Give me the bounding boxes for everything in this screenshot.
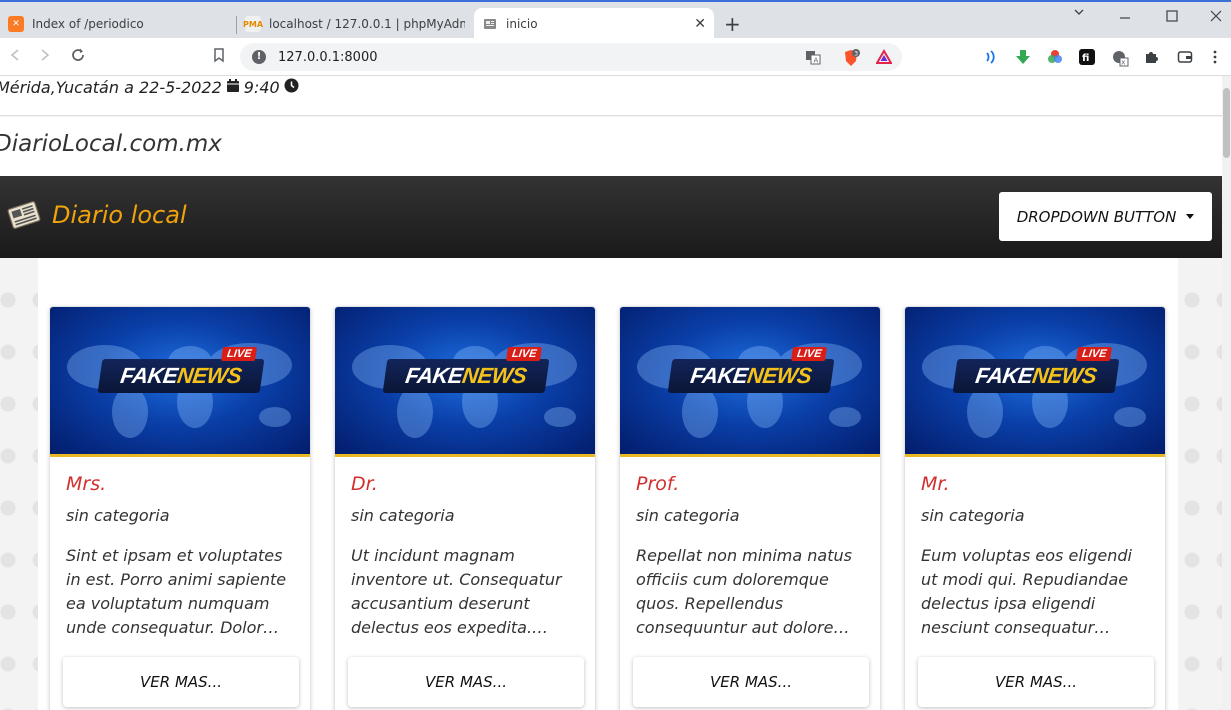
- maximize-button[interactable]: [1166, 10, 1178, 26]
- tab-search-icon[interactable]: [1073, 6, 1085, 22]
- svg-text:3: 3: [854, 50, 858, 57]
- site-name: DiarioLocal.com.mx: [0, 131, 222, 157]
- card-title: Mrs.: [66, 473, 107, 495]
- live-badge: LIVE: [221, 347, 258, 361]
- fake-news-image: FAKE NEWS LIVE: [620, 307, 880, 457]
- fake-news-banner: FAKE NEWS: [952, 359, 1120, 393]
- card-title: Mr.: [921, 473, 950, 495]
- newspaper-icon: [482, 16, 498, 32]
- brand-link[interactable]: Diario local: [6, 197, 187, 233]
- fake-news-image: FAKE NEWS LIVE: [335, 307, 595, 457]
- card-category: sin categoria: [636, 506, 740, 525]
- brave-shields-icon[interactable]: 3: [842, 49, 860, 66]
- card-category: sin categoria: [66, 506, 170, 525]
- new-tab-button[interactable]: +: [724, 12, 741, 36]
- card-description: Eum voluptas eos eligendi ut modi qui. R…: [921, 546, 1132, 637]
- site-info-icon[interactable]: !: [252, 50, 266, 64]
- fake-news-banner: FAKE NEWS: [667, 359, 835, 393]
- bookmark-icon[interactable]: [212, 47, 226, 67]
- card-description: Repellat non minima natus officiis cum d…: [636, 546, 852, 637]
- ver-mas-button[interactable]: VER MAS...: [348, 657, 584, 707]
- wallet-icon[interactable]: [1177, 49, 1193, 65]
- dropdown-button[interactable]: DROPDOWN BUTTON: [999, 192, 1212, 241]
- site-name-bar: DiarioLocal.com.mx: [0, 117, 1222, 176]
- page-scrollbar[interactable]: [1222, 76, 1231, 710]
- close-window-button[interactable]: [1210, 10, 1222, 26]
- close-tab-icon[interactable]: ✕: [694, 16, 706, 32]
- main-navbar: Diario local DROPDOWN BUTTON: [0, 176, 1222, 258]
- calendar-icon: [226, 78, 240, 97]
- live-badge: LIVE: [1076, 347, 1113, 361]
- dateline-bar: Mérida,Yucatán a 22-5-2022 9:40: [0, 76, 1222, 116]
- address-bar[interactable]: ! 127.0.0.1:8000 A 3: [240, 43, 902, 71]
- phpmyadmin-icon: PMA: [243, 16, 263, 32]
- fake-news-banner: FAKE NEWS: [97, 359, 265, 393]
- minimize-button[interactable]: [1119, 12, 1131, 28]
- fake-news-image: FAKE NEWS LIVE: [50, 307, 310, 457]
- card-title: Prof.: [636, 473, 680, 495]
- globe-extension-icon[interactable]: x: [1111, 49, 1129, 67]
- wifi-extension-icon[interactable]: [983, 49, 999, 65]
- xampp-icon: ✕: [8, 16, 24, 32]
- svg-text:A: A: [814, 57, 819, 65]
- translate-icon[interactable]: A: [805, 49, 821, 65]
- live-badge: LIVE: [506, 347, 543, 361]
- caret-down-icon: [1186, 214, 1195, 219]
- scrollbar-thumb[interactable]: [1223, 88, 1230, 158]
- news-card: FAKE NEWS LIVE Dr. sin categoria Ut incid…: [334, 306, 596, 710]
- live-badge: LIVE: [791, 347, 828, 361]
- tab-inicio[interactable]: inicio ✕: [474, 8, 714, 40]
- card-title: Dr.: [351, 473, 378, 495]
- reload-icon[interactable]: [70, 47, 86, 67]
- news-container: FAKE NEWS LIVE Mrs. sin categoria Sint et…: [38, 258, 1178, 710]
- news-card: FAKE NEWS LIVE Mrs. sin categoria Sint et…: [49, 306, 311, 710]
- fake-news-image: FAKE NEWS LIVE: [905, 307, 1165, 457]
- ver-mas-button[interactable]: VER MAS...: [633, 657, 869, 707]
- card-category: sin categoria: [921, 506, 1025, 525]
- download-extension-icon[interactable]: [1015, 49, 1031, 65]
- newspaper-icon: [6, 197, 42, 233]
- color-picker-extension-icon[interactable]: [1047, 49, 1063, 65]
- card-description: Sint et ipsam et voluptates in est. Porr…: [66, 546, 287, 637]
- ver-mas-button[interactable]: VER MAS...: [63, 657, 299, 707]
- back-icon[interactable]: [8, 47, 22, 66]
- tab-index-of-periodico[interactable]: ✕ Index of /periodico: [0, 8, 236, 40]
- news-card: FAKE NEWS LIVE Mr. sin categoria Eum volu…: [904, 306, 1166, 710]
- fi-extension-icon[interactable]: fi: [1079, 49, 1095, 65]
- svg-text:x: x: [1121, 59, 1125, 67]
- clock-icon: [284, 78, 299, 97]
- tab-phpmyadmin[interactable]: PMA localhost / 127.0.0.1 | phpMyAdmin 5…: [237, 8, 473, 40]
- browser-toolbar: ! 127.0.0.1:8000 A 3 fi x: [0, 38, 1231, 76]
- card-category: sin categoria: [351, 506, 455, 525]
- forward-icon[interactable]: [38, 47, 52, 66]
- brave-rewards-icon[interactable]: [875, 49, 893, 65]
- page-viewport: Mérida,Yucatán a 22-5-2022 9:40 DiarioLo…: [0, 76, 1222, 710]
- menu-icon[interactable]: [1212, 49, 1228, 65]
- browser-tab-strip: ✕ Index of /periodico PMA localhost / 12…: [0, 0, 1231, 40]
- ver-mas-button[interactable]: VER MAS...: [918, 657, 1154, 707]
- fake-news-banner: FAKE NEWS: [382, 359, 550, 393]
- svg-text:fi: fi: [1082, 53, 1089, 64]
- news-card: FAKE NEWS LIVE Prof. sin categoria Repell…: [619, 306, 881, 710]
- dateline: Mérida,Yucatán a 22-5-2022 9:40: [0, 78, 299, 97]
- card-description: Ut incidunt magnam inventore ut. Consequ…: [351, 546, 562, 637]
- extensions-puzzle-icon[interactable]: [1143, 49, 1159, 65]
